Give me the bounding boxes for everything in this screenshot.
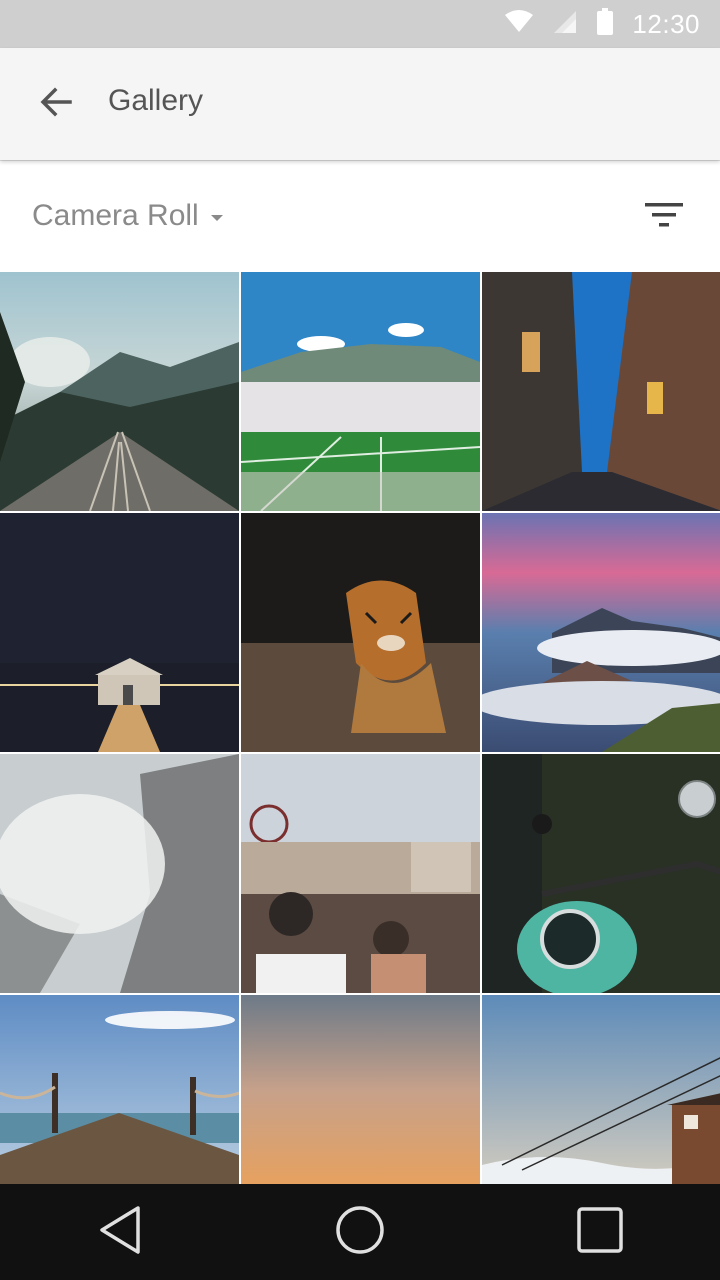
back-button[interactable]: [24, 76, 88, 132]
wifi-icon: [504, 10, 534, 38]
status-time: 12:30: [632, 8, 700, 39]
filter-button[interactable]: [636, 195, 692, 239]
system-nav-bar: [0, 1184, 720, 1280]
caret-down-icon: [210, 215, 223, 221]
photo-thumbnail[interactable]: [241, 513, 480, 752]
nav-recents-icon: [577, 1207, 623, 1257]
battery-icon: [596, 8, 614, 40]
photo-thumbnail[interactable]: [0, 272, 239, 511]
photo-thumbnail[interactable]: [241, 754, 480, 993]
photo-thumbnail[interactable]: [482, 272, 720, 511]
album-dropdown[interactable]: Camera Roll: [32, 199, 223, 233]
arrow-back-icon: [38, 84, 74, 124]
photo-thumbnail[interactable]: [241, 995, 480, 1184]
page-title: Gallery: [108, 84, 204, 117]
filter-bar: Camera Roll: [0, 161, 720, 272]
nav-recents-button[interactable]: [552, 1184, 648, 1280]
nav-home-button[interactable]: [312, 1184, 408, 1280]
photo-thumbnail[interactable]: [0, 513, 239, 752]
album-label: Camera Roll: [32, 199, 199, 232]
app-bar: Gallery: [0, 48, 720, 160]
cell-signal-icon: [552, 9, 578, 39]
photo-thumbnail[interactable]: [241, 272, 480, 511]
nav-back-button[interactable]: [72, 1184, 168, 1280]
nav-home-icon: [335, 1205, 385, 1259]
photo-thumbnail[interactable]: [482, 513, 720, 752]
photo-thumbnail[interactable]: [0, 995, 239, 1184]
photo-grid: [0, 272, 720, 1184]
status-bar: 12:30: [0, 0, 720, 48]
filter-list-icon: [645, 201, 683, 233]
photo-thumbnail[interactable]: [482, 754, 720, 993]
photo-thumbnail[interactable]: [482, 995, 720, 1184]
photo-thumbnail[interactable]: [0, 754, 239, 993]
nav-back-icon: [98, 1205, 142, 1259]
